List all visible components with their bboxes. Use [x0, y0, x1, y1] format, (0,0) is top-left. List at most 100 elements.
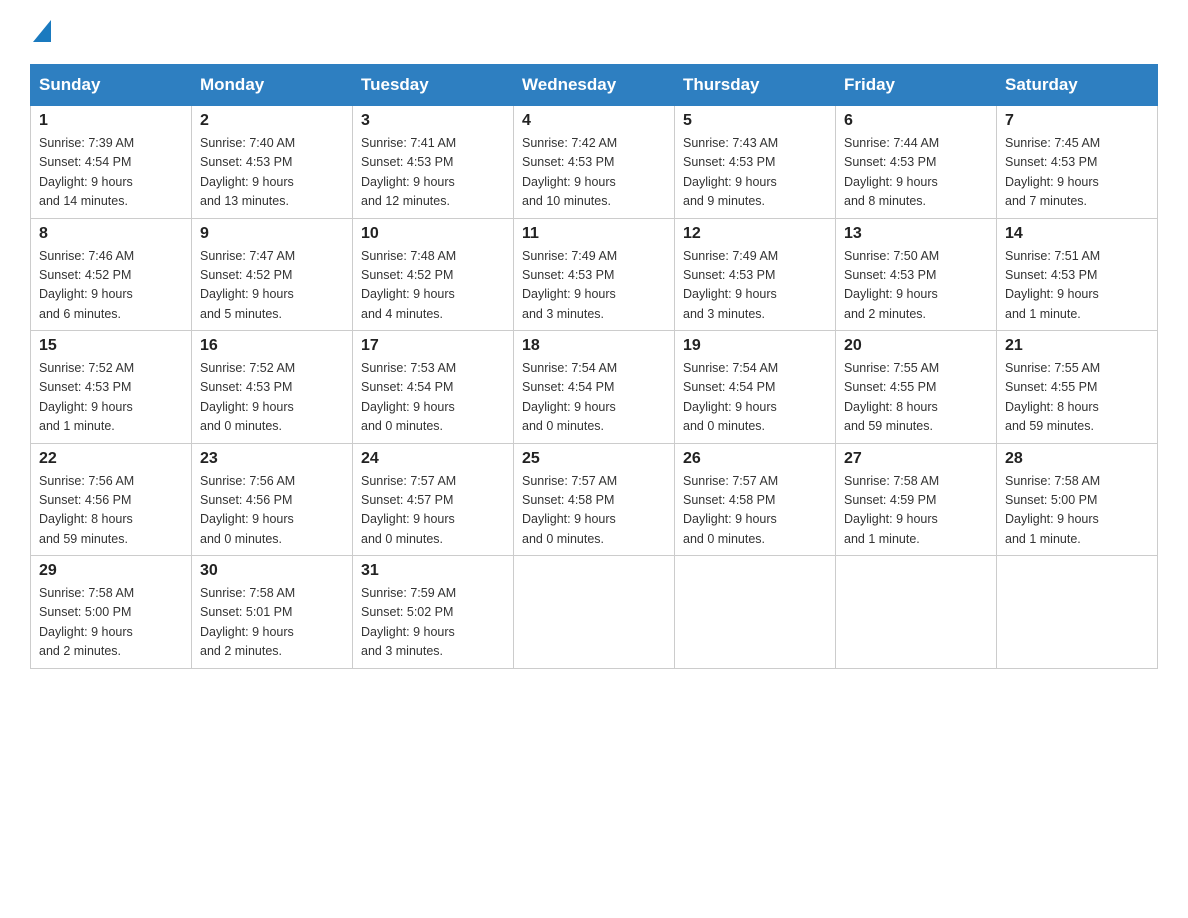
logo [30, 20, 51, 44]
day-info: Sunrise: 7:56 AMSunset: 4:56 PMDaylight:… [39, 474, 134, 546]
day-info: Sunrise: 7:47 AMSunset: 4:52 PMDaylight:… [200, 249, 295, 321]
day-number: 8 [39, 225, 183, 243]
day-info: Sunrise: 7:55 AMSunset: 4:55 PMDaylight:… [1005, 361, 1100, 433]
calendar-header-saturday: Saturday [997, 65, 1158, 106]
day-number: 19 [683, 337, 827, 355]
day-number: 17 [361, 337, 505, 355]
calendar-week-row: 29 Sunrise: 7:58 AMSunset: 5:00 PMDaylig… [31, 556, 1158, 669]
calendar-cell: 10 Sunrise: 7:48 AMSunset: 4:52 PMDaylig… [353, 218, 514, 331]
day-info: Sunrise: 7:56 AMSunset: 4:56 PMDaylight:… [200, 474, 295, 546]
day-number: 31 [361, 562, 505, 580]
day-info: Sunrise: 7:49 AMSunset: 4:53 PMDaylight:… [522, 249, 617, 321]
day-number: 22 [39, 450, 183, 468]
logo-block [30, 20, 51, 44]
day-info: Sunrise: 7:48 AMSunset: 4:52 PMDaylight:… [361, 249, 456, 321]
calendar-table: SundayMondayTuesdayWednesdayThursdayFrid… [30, 64, 1158, 669]
calendar-cell: 6 Sunrise: 7:44 AMSunset: 4:53 PMDayligh… [836, 106, 997, 219]
calendar-week-row: 22 Sunrise: 7:56 AMSunset: 4:56 PMDaylig… [31, 443, 1158, 556]
calendar-cell: 31 Sunrise: 7:59 AMSunset: 5:02 PMDaylig… [353, 556, 514, 669]
day-number: 10 [361, 225, 505, 243]
day-number: 1 [39, 112, 183, 130]
day-info: Sunrise: 7:54 AMSunset: 4:54 PMDaylight:… [683, 361, 778, 433]
day-info: Sunrise: 7:58 AMSunset: 4:59 PMDaylight:… [844, 474, 939, 546]
calendar-cell: 24 Sunrise: 7:57 AMSunset: 4:57 PMDaylig… [353, 443, 514, 556]
day-number: 9 [200, 225, 344, 243]
day-number: 24 [361, 450, 505, 468]
day-number: 30 [200, 562, 344, 580]
day-info: Sunrise: 7:54 AMSunset: 4:54 PMDaylight:… [522, 361, 617, 433]
day-info: Sunrise: 7:39 AMSunset: 4:54 PMDaylight:… [39, 136, 134, 208]
calendar-cell: 17 Sunrise: 7:53 AMSunset: 4:54 PMDaylig… [353, 331, 514, 444]
day-info: Sunrise: 7:55 AMSunset: 4:55 PMDaylight:… [844, 361, 939, 433]
calendar-header-wednesday: Wednesday [514, 65, 675, 106]
calendar-cell: 30 Sunrise: 7:58 AMSunset: 5:01 PMDaylig… [192, 556, 353, 669]
day-info: Sunrise: 7:50 AMSunset: 4:53 PMDaylight:… [844, 249, 939, 321]
calendar-cell [514, 556, 675, 669]
calendar-cell: 20 Sunrise: 7:55 AMSunset: 4:55 PMDaylig… [836, 331, 997, 444]
day-number: 7 [1005, 112, 1149, 130]
day-info: Sunrise: 7:58 AMSunset: 5:00 PMDaylight:… [1005, 474, 1100, 546]
calendar-cell: 7 Sunrise: 7:45 AMSunset: 4:53 PMDayligh… [997, 106, 1158, 219]
day-info: Sunrise: 7:49 AMSunset: 4:53 PMDaylight:… [683, 249, 778, 321]
calendar-header-friday: Friday [836, 65, 997, 106]
day-info: Sunrise: 7:40 AMSunset: 4:53 PMDaylight:… [200, 136, 295, 208]
day-info: Sunrise: 7:59 AMSunset: 5:02 PMDaylight:… [361, 586, 456, 658]
calendar-cell: 16 Sunrise: 7:52 AMSunset: 4:53 PMDaylig… [192, 331, 353, 444]
calendar-cell: 19 Sunrise: 7:54 AMSunset: 4:54 PMDaylig… [675, 331, 836, 444]
day-number: 27 [844, 450, 988, 468]
calendar-header-monday: Monday [192, 65, 353, 106]
calendar-header-sunday: Sunday [31, 65, 192, 106]
calendar-header-tuesday: Tuesday [353, 65, 514, 106]
calendar-cell: 26 Sunrise: 7:57 AMSunset: 4:58 PMDaylig… [675, 443, 836, 556]
day-number: 14 [1005, 225, 1149, 243]
calendar-cell [836, 556, 997, 669]
day-number: 4 [522, 112, 666, 130]
calendar-cell: 18 Sunrise: 7:54 AMSunset: 4:54 PMDaylig… [514, 331, 675, 444]
day-number: 28 [1005, 450, 1149, 468]
day-number: 2 [200, 112, 344, 130]
day-number: 15 [39, 337, 183, 355]
day-number: 13 [844, 225, 988, 243]
calendar-header-thursday: Thursday [675, 65, 836, 106]
calendar-header-row: SundayMondayTuesdayWednesdayThursdayFrid… [31, 65, 1158, 106]
day-info: Sunrise: 7:53 AMSunset: 4:54 PMDaylight:… [361, 361, 456, 433]
day-info: Sunrise: 7:57 AMSunset: 4:57 PMDaylight:… [361, 474, 456, 546]
day-number: 26 [683, 450, 827, 468]
day-info: Sunrise: 7:43 AMSunset: 4:53 PMDaylight:… [683, 136, 778, 208]
day-info: Sunrise: 7:52 AMSunset: 4:53 PMDaylight:… [39, 361, 134, 433]
calendar-week-row: 15 Sunrise: 7:52 AMSunset: 4:53 PMDaylig… [31, 331, 1158, 444]
day-info: Sunrise: 7:51 AMSunset: 4:53 PMDaylight:… [1005, 249, 1100, 321]
day-number: 25 [522, 450, 666, 468]
page-header [30, 20, 1158, 44]
calendar-cell: 23 Sunrise: 7:56 AMSunset: 4:56 PMDaylig… [192, 443, 353, 556]
day-number: 3 [361, 112, 505, 130]
calendar-cell: 22 Sunrise: 7:56 AMSunset: 4:56 PMDaylig… [31, 443, 192, 556]
calendar-cell [997, 556, 1158, 669]
calendar-cell: 29 Sunrise: 7:58 AMSunset: 5:00 PMDaylig… [31, 556, 192, 669]
day-number: 23 [200, 450, 344, 468]
day-number: 18 [522, 337, 666, 355]
day-number: 29 [39, 562, 183, 580]
calendar-cell: 15 Sunrise: 7:52 AMSunset: 4:53 PMDaylig… [31, 331, 192, 444]
calendar-cell: 13 Sunrise: 7:50 AMSunset: 4:53 PMDaylig… [836, 218, 997, 331]
calendar-cell: 12 Sunrise: 7:49 AMSunset: 4:53 PMDaylig… [675, 218, 836, 331]
calendar-week-row: 8 Sunrise: 7:46 AMSunset: 4:52 PMDayligh… [31, 218, 1158, 331]
day-number: 12 [683, 225, 827, 243]
day-info: Sunrise: 7:58 AMSunset: 5:01 PMDaylight:… [200, 586, 295, 658]
day-number: 16 [200, 337, 344, 355]
day-number: 6 [844, 112, 988, 130]
day-info: Sunrise: 7:57 AMSunset: 4:58 PMDaylight:… [522, 474, 617, 546]
calendar-cell: 21 Sunrise: 7:55 AMSunset: 4:55 PMDaylig… [997, 331, 1158, 444]
day-info: Sunrise: 7:57 AMSunset: 4:58 PMDaylight:… [683, 474, 778, 546]
calendar-cell: 2 Sunrise: 7:40 AMSunset: 4:53 PMDayligh… [192, 106, 353, 219]
day-number: 20 [844, 337, 988, 355]
calendar-cell: 1 Sunrise: 7:39 AMSunset: 4:54 PMDayligh… [31, 106, 192, 219]
day-number: 5 [683, 112, 827, 130]
calendar-cell: 3 Sunrise: 7:41 AMSunset: 4:53 PMDayligh… [353, 106, 514, 219]
logo-triangle-icon [33, 20, 51, 42]
calendar-cell: 27 Sunrise: 7:58 AMSunset: 4:59 PMDaylig… [836, 443, 997, 556]
day-number: 11 [522, 225, 666, 243]
day-info: Sunrise: 7:45 AMSunset: 4:53 PMDaylight:… [1005, 136, 1100, 208]
calendar-cell: 8 Sunrise: 7:46 AMSunset: 4:52 PMDayligh… [31, 218, 192, 331]
day-info: Sunrise: 7:42 AMSunset: 4:53 PMDaylight:… [522, 136, 617, 208]
